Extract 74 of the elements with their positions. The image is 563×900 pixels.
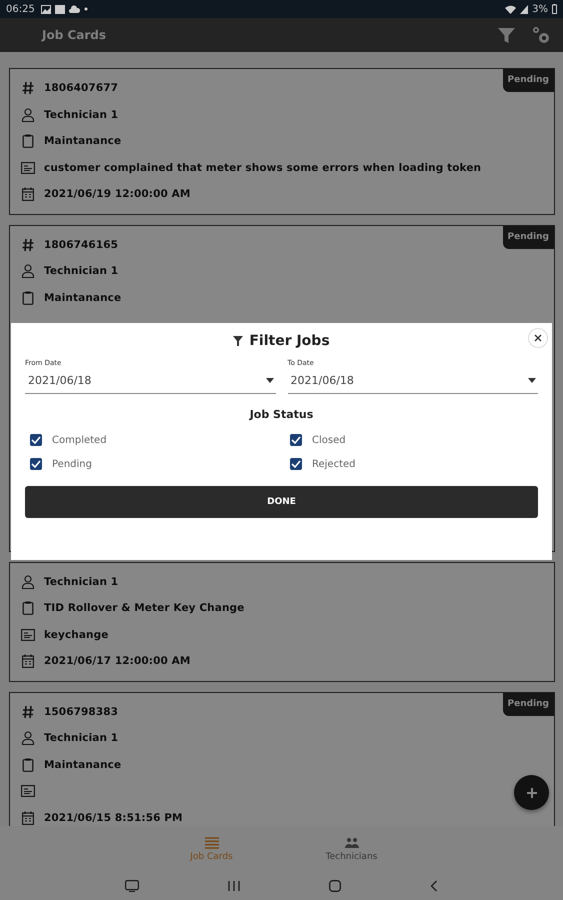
section-heading: Job Status bbox=[248, 408, 314, 421]
calendar-icon bbox=[21, 654, 35, 668]
cloud-icon bbox=[68, 5, 80, 13]
clipboard-icon bbox=[21, 758, 35, 772]
hash-icon bbox=[21, 238, 35, 252]
hash-icon bbox=[21, 704, 35, 719]
recent-apps-icon[interactable] bbox=[228, 880, 240, 892]
note-icon bbox=[21, 785, 35, 798]
checkbox[interactable] bbox=[30, 434, 42, 446]
done-button[interactable]: DONE bbox=[25, 486, 538, 518]
date-dropdown[interactable]: 2021/06/18 bbox=[25, 367, 276, 394]
caret-icon bbox=[266, 378, 274, 382]
job-type: TID Rollover & Meter Key Change bbox=[44, 602, 244, 614]
checkbox-label: Pending bbox=[52, 458, 92, 470]
job-type: Maintanance bbox=[44, 135, 122, 148]
app-title: Job Cards bbox=[42, 28, 106, 42]
calendar-icon bbox=[21, 187, 35, 202]
clipboard-icon bbox=[21, 290, 35, 305]
calendar-icon bbox=[21, 810, 35, 825]
note-icon bbox=[21, 628, 35, 641]
job-number: 1506798383 bbox=[44, 706, 118, 718]
job-card[interactable]: Pending 1806407677 Technician 1 Maintanance customer complained that meter shows some errors when loading token 2021/06/19 12:00:00 AM bbox=[9, 68, 555, 214]
close-icon bbox=[534, 334, 542, 342]
back-icon[interactable] bbox=[430, 880, 438, 892]
job-description: keychange bbox=[44, 628, 108, 641]
checkbox-label: Closed bbox=[312, 434, 346, 446]
checkbox-label: Completed bbox=[52, 434, 107, 446]
person-icon bbox=[21, 574, 35, 589]
job-number: 1806746165 bbox=[44, 238, 118, 251]
people-icon bbox=[344, 836, 358, 848]
clipboard-icon bbox=[21, 601, 35, 616]
job-date: 2021/06/17 12:00:00 AM bbox=[44, 655, 190, 668]
signal-icon bbox=[520, 4, 528, 14]
date-dropdown[interactable]: 2021/06/18 bbox=[288, 367, 538, 394]
status-badge: Pending bbox=[502, 692, 554, 716]
hash-icon bbox=[21, 81, 35, 96]
job-type: Maintanance bbox=[44, 292, 122, 304]
technician-name: Technician 1 bbox=[44, 732, 118, 744]
filter-icon[interactable] bbox=[498, 26, 515, 44]
checkbox-label: Rejected bbox=[312, 458, 356, 470]
battery-level: 3% bbox=[532, 4, 548, 14]
job-card[interactable]: Technician 1 TID Rollover & Meter Key Change keychange 2021/06/17 12:00:00 AM bbox=[9, 562, 555, 682]
technician-name: Technician 1 bbox=[44, 576, 118, 588]
battery-icon bbox=[552, 4, 557, 14]
person-icon bbox=[21, 108, 35, 122]
note-icon bbox=[21, 162, 35, 174]
clipboard-icon bbox=[21, 134, 35, 148]
job-date: 2021/06/15 8:51:56 PM bbox=[44, 812, 183, 824]
list-icon bbox=[204, 836, 218, 848]
close-button[interactable] bbox=[528, 328, 548, 348]
home-icon[interactable] bbox=[329, 880, 342, 892]
wifi-icon bbox=[505, 4, 516, 14]
job-card[interactable]: Pending 1506798383 Technician 1 Maintanance 2021/06/15 8:51:56 PM bbox=[9, 692, 555, 826]
dot-icon bbox=[84, 7, 88, 11]
checkbox[interactable] bbox=[30, 458, 42, 470]
job-number: 1806407677 bbox=[44, 82, 118, 94]
technician-name: Technician 1 bbox=[44, 265, 118, 278]
person-icon bbox=[21, 731, 35, 746]
screen-icon[interactable] bbox=[124, 880, 139, 892]
job-type: Maintanance bbox=[44, 758, 122, 771]
technician-name: Technician 1 bbox=[44, 108, 118, 121]
status-badge: Pending bbox=[502, 69, 554, 92]
status-badge: Pending bbox=[502, 226, 554, 248]
checkbox[interactable] bbox=[290, 458, 302, 470]
clock-time: 06:25 bbox=[6, 4, 35, 14]
nav-tab[interactable]: Technicians bbox=[312, 836, 392, 862]
job-date: 2021/06/19 12:00:00 AM bbox=[44, 188, 190, 200]
job-description: customer complained that meter shows some errors when loading token bbox=[44, 162, 482, 174]
checkbox[interactable] bbox=[290, 434, 302, 446]
filter-icon bbox=[233, 336, 244, 346]
person-icon bbox=[21, 264, 35, 278]
dialog-title: Filter Jobs bbox=[249, 333, 330, 349]
plus-icon bbox=[526, 788, 536, 798]
caret-icon bbox=[528, 378, 536, 382]
